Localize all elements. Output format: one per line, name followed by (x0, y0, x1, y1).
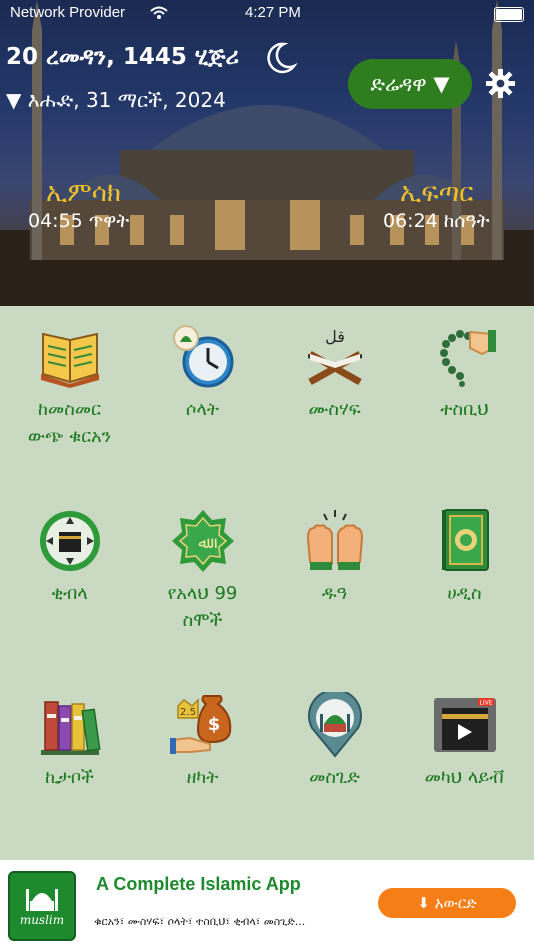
status-bar: Network Provider 4:27 PM (10, 4, 524, 24)
battery-icon (494, 7, 524, 22)
allah-names-icon: ﷲ (171, 510, 234, 572)
menu-item-99-names[interactable]: ﷲ የአላህ 99 ስሞች (136, 508, 269, 634)
network-provider: Network Provider (10, 4, 126, 21)
tasbih-hand-icon (439, 330, 496, 387)
menu-label: መስጊድ (309, 767, 360, 788)
ad-banner[interactable]: muslim A Complete Islamic App ቁርአን፣ ሙስሃፍ… (0, 860, 534, 950)
menu-label: ሀዲስ (447, 583, 482, 604)
menu-label: ሙስሃፍ (308, 399, 361, 420)
city-selector-button[interactable]: ድሬዳዋ ▼ (348, 59, 472, 109)
svg-text:$: $ (207, 714, 220, 735)
quran-book-icon (40, 332, 99, 388)
feature-grid: ከመስመር ውጭ ቁርአን ሶላት ﻗﻞ ሙስሃፍ ተስቢህ ቂብላ ﷲ የአላ… (0, 306, 534, 860)
menu-label: ከመስመር ውጭ ቁርአን (27, 399, 112, 447)
download-button[interactable]: ⬇ አውርድ (378, 888, 516, 918)
menu-item-masjid[interactable]: መስጊድ (268, 692, 401, 791)
imsak-time: 04:55 ጥዋት (28, 210, 130, 232)
hijri-date: 20 ረመዳን, 1445 ሂጅሪ (6, 44, 239, 70)
muslim-app-logo: muslim (8, 871, 76, 941)
status-time: 4:27 PM (245, 4, 301, 21)
menu-label: ተስቢህ (440, 399, 489, 420)
hadith-book-icon (441, 509, 489, 571)
menu-item-qibla[interactable]: ቂብላ (3, 508, 136, 607)
menu-label: ዘካት (186, 767, 219, 788)
menu-item-hadith[interactable]: ሀዲስ (398, 508, 531, 607)
iftar-time: 06:24 ከሰዓት (383, 210, 490, 232)
menu-label: የአላህ 99 ስሞች (167, 583, 238, 631)
imsak-label: ኢምሳክ (46, 178, 122, 208)
qibla-compass-icon (39, 511, 100, 571)
svg-text:ﻗﻞ: ﻗﻞ (325, 327, 345, 346)
mosque-icon (26, 889, 58, 911)
menu-label: ኪታቦች (45, 767, 94, 788)
menu-label: ሶላት (185, 399, 220, 420)
prayer-clock-icon (172, 325, 233, 388)
moon-icon (267, 42, 298, 74)
kitab-books-icon (40, 701, 101, 755)
ad-subtitle: ቁርአን፣ ሙስሃፍ፣ ሶላት፣ ተስቢህ፣ ቂብላ፣ መስጊድ... (94, 915, 306, 928)
wifi-icon (150, 6, 168, 19)
menu-label: መካህ ላይቭ (424, 767, 505, 788)
menu-item-tasbih[interactable]: ተስቢህ (398, 324, 531, 423)
menu-label: ዱዓ (321, 583, 348, 604)
hero-banner: Network Provider 4:27 PM 20 ረመዳን, 1445 ሂ… (0, 0, 534, 306)
menu-item-kitabs[interactable]: ኪታቦች (3, 692, 136, 791)
gregorian-date-dropdown[interactable]: ▼ እሑድ, 31 ማርች, 2024 (6, 88, 226, 112)
mosque-pin-icon (307, 692, 362, 758)
dua-hands-icon (306, 510, 363, 570)
menu-item-offline-quran[interactable]: ከመስመር ውጭ ቁርአን (3, 324, 136, 450)
menu-item-dua[interactable]: ዱዓ (268, 508, 401, 607)
logo-text: muslim (19, 913, 65, 927)
menu-label: ቂብላ (51, 583, 88, 604)
svg-text:LIVE: LIVE (479, 700, 492, 707)
mushaf-stand-icon: ﻗﻞ (307, 327, 362, 386)
menu-item-salat[interactable]: ሶላት (136, 324, 269, 423)
ad-title: A Complete Islamic App (96, 874, 301, 894)
zakat-money-icon: $ 2.5 (169, 695, 231, 754)
menu-item-zakat[interactable]: $ 2.5 ዘካት (136, 692, 269, 791)
svg-text:2.5: 2.5 (180, 707, 196, 718)
menu-item-makkah-live[interactable]: LIVE መካህ ላይቭ (398, 692, 531, 791)
makkah-live-icon: LIVE (433, 698, 496, 752)
iftar-label: ኢፍጣር (400, 178, 474, 208)
menu-item-mushaf[interactable]: ﻗﻞ ሙስሃፍ (268, 324, 401, 423)
gear-icon[interactable] (485, 68, 516, 99)
